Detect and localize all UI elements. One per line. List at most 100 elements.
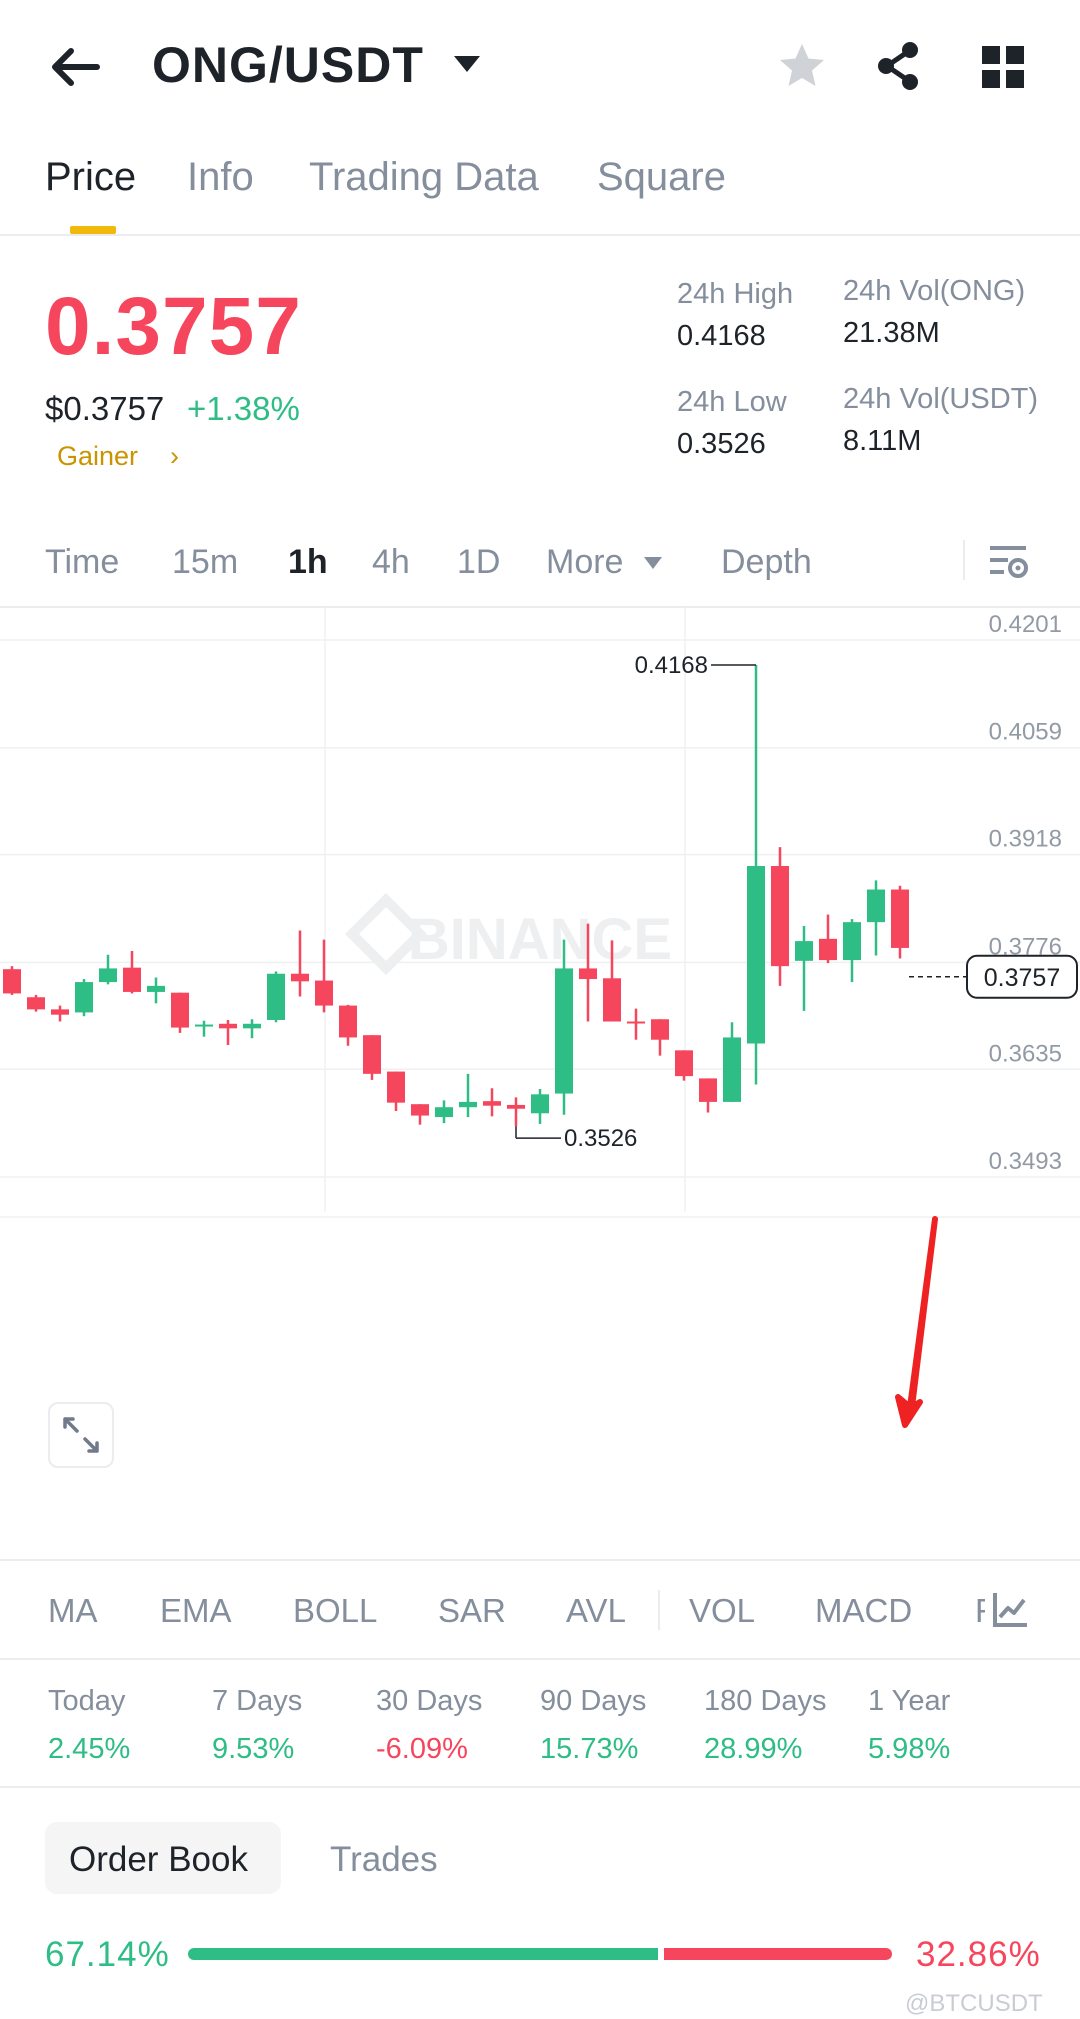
grid-icon[interactable]: [980, 44, 1026, 90]
candle-body: [75, 982, 93, 1013]
perf-value-30d: -6.09%: [376, 1733, 468, 1765]
divider: [0, 1559, 1080, 1561]
buy-ratio-bar: [188, 1948, 658, 1960]
candle-body: [27, 997, 45, 1010]
tab-info[interactable]: Info: [187, 155, 254, 200]
candle-body: [555, 968, 573, 1094]
chart-settings-icon[interactable]: [986, 540, 1030, 584]
y-tick-label: 0.4059: [989, 719, 1062, 746]
candle-body: [411, 1104, 429, 1116]
tab-order-book[interactable]: Order Book: [69, 1840, 248, 1880]
tab-trading-data[interactable]: Trading Data: [309, 155, 539, 200]
caret-down-icon[interactable]: [452, 54, 482, 74]
interval-time[interactable]: Time: [45, 543, 119, 582]
perf-value-1y: 5.98%: [868, 1733, 951, 1765]
back-arrow-icon[interactable]: [45, 40, 105, 94]
candle-body: [99, 968, 117, 983]
tab-square[interactable]: Square: [597, 155, 726, 200]
candle-body: [51, 1009, 69, 1015]
candle-body: [171, 992, 189, 1028]
candle-body: [867, 889, 885, 923]
candle-body: [675, 1050, 693, 1077]
usd-price: $0.3757: [45, 390, 165, 427]
indicator-ema[interactable]: EMA: [160, 1592, 232, 1630]
vol-quote-label: 24h Vol(USDT): [843, 383, 1039, 415]
indicator-vol[interactable]: VOL: [689, 1592, 755, 1630]
divider: [0, 234, 1080, 236]
indicator-rsi[interactable]: R: [975, 1592, 985, 1630]
candle-body: [819, 938, 837, 961]
candle-body: [747, 866, 765, 1044]
candle-body: [459, 1101, 477, 1108]
candlestick-chart[interactable]: 0.42010.40590.39180.37760.36350.3493BINA…: [0, 607, 1080, 1519]
candle-body: [195, 1024, 213, 1027]
candle-body: [315, 980, 333, 1006]
perf-label-today: Today: [48, 1685, 126, 1717]
binance-watermark: BINANCE: [408, 907, 672, 972]
candle-body: [267, 973, 285, 1020]
last-price: 0.3757: [45, 281, 302, 372]
candle-body: [435, 1107, 453, 1118]
perf-label-30d: 30 Days: [376, 1685, 483, 1717]
candle-body: [843, 922, 861, 961]
tab-trades[interactable]: Trades: [330, 1840, 438, 1880]
caret-down-icon[interactable]: [643, 556, 663, 570]
gainer-tag[interactable]: Gainer: [57, 441, 138, 472]
candle-body: [219, 1023, 237, 1029]
perf-label-90d: 90 Days: [540, 1685, 647, 1717]
change-percent: +1.38%: [187, 390, 300, 427]
interval-4h[interactable]: 4h: [372, 543, 410, 582]
separator: [963, 540, 965, 580]
candle-body: [699, 1078, 717, 1102]
candle-body: [579, 968, 597, 980]
fullscreen-button[interactable]: [48, 1402, 114, 1468]
low-marker-label: 0.3526: [564, 1125, 637, 1152]
divider: [0, 1786, 1080, 1788]
vol-base-label: 24h Vol(ONG): [843, 275, 1026, 307]
candle-body: [3, 969, 21, 994]
y-tick-label: 0.3493: [989, 1148, 1062, 1175]
indicator-sar[interactable]: SAR: [438, 1592, 506, 1630]
high-marker-label: 0.4168: [635, 652, 708, 679]
chevron-right-icon[interactable]: ›: [170, 441, 179, 472]
candle-body: [387, 1071, 405, 1103]
interval-1d[interactable]: 1D: [457, 543, 500, 582]
annotation-arrow: [895, 1216, 938, 1428]
candle-body: [603, 978, 621, 1022]
pair-title[interactable]: ONG/USDT: [152, 36, 424, 94]
divider: [0, 1658, 1080, 1660]
interval-depth[interactable]: Depth: [721, 543, 812, 582]
candle-body: [627, 1021, 645, 1024]
share-icon[interactable]: [873, 40, 925, 92]
tab-price[interactable]: Price: [45, 155, 136, 200]
candle-body: [771, 866, 789, 967]
high-label: 24h High: [677, 278, 794, 310]
candle-body: [291, 973, 309, 982]
low-value: 0.3526: [677, 428, 766, 460]
indicator-ma[interactable]: MA: [48, 1592, 98, 1630]
perf-label-1y: 1 Year: [868, 1685, 951, 1717]
interval-more[interactable]: More: [546, 543, 623, 582]
expand-icon: [63, 1417, 99, 1453]
current-price-label: 0.3757: [984, 964, 1060, 992]
sell-ratio-bar: [664, 1948, 892, 1960]
sell-percent: 32.86%: [916, 1935, 1041, 1974]
candle-body: [339, 1005, 357, 1038]
candle-body: [147, 985, 165, 992]
high-value: 0.4168: [677, 320, 766, 352]
interval-15m[interactable]: 15m: [172, 543, 238, 582]
low-label: 24h Low: [677, 386, 787, 418]
candle-body: [243, 1023, 261, 1029]
candle-body: [531, 1094, 549, 1114]
perf-label-180d: 180 Days: [704, 1685, 827, 1717]
perf-value-7d: 9.53%: [212, 1733, 295, 1765]
indicator-boll[interactable]: BOLL: [293, 1592, 377, 1630]
indicator-macd[interactable]: MACD: [815, 1592, 912, 1630]
indicator-avl[interactable]: AVL: [566, 1592, 626, 1630]
vol-base-value: 21.38M: [843, 317, 940, 349]
candle-body: [723, 1037, 741, 1102]
separator: [658, 1590, 660, 1630]
star-icon[interactable]: [776, 40, 828, 92]
interval-1h[interactable]: 1h: [288, 543, 328, 582]
indicator-settings-icon[interactable]: [990, 1590, 1030, 1630]
